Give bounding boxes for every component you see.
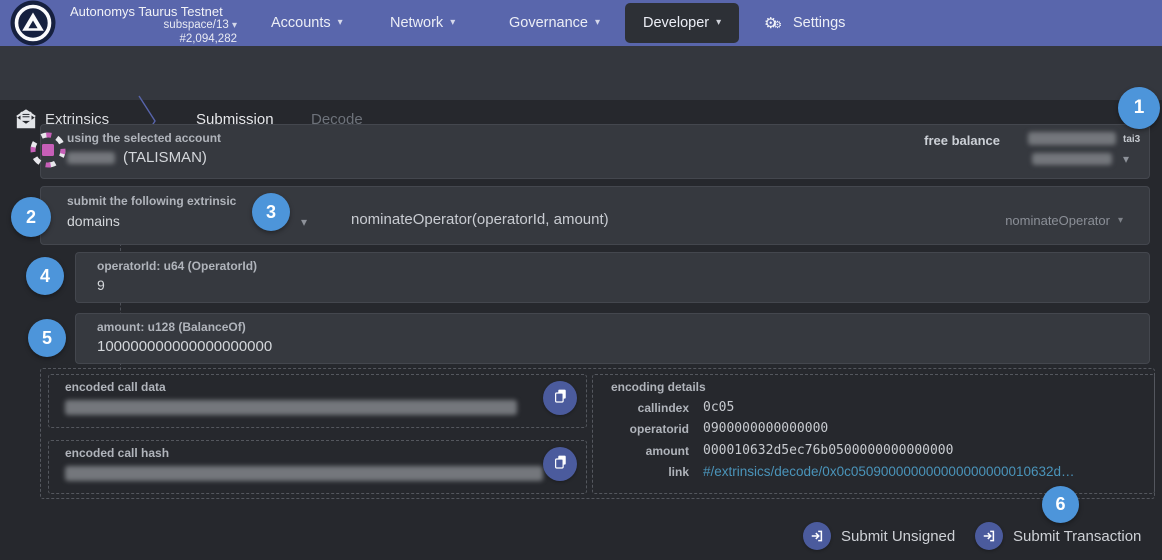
chevron-down-icon: ▾ [450,18,455,28]
sign-in-icon [803,522,831,550]
param-operatorid-label: operatorId: u64 (OperatorId) [97,259,257,273]
annotation-badge-1: 1 [1118,87,1160,129]
method-dropdown-chevron-icon: ▾ [1118,216,1123,226]
nav-governance[interactable]: Governance ▾ [509,0,600,46]
method-select[interactable]: nominateOperator(operatorId, amount) [351,211,609,228]
free-balance-label: free balance [924,133,1000,148]
submit-unsigned-button[interactable]: Submit Unsigned [803,522,955,550]
param-amount-field[interactable]: amount: u128 (BalanceOf) 100000000000000… [75,313,1150,364]
encoding-details-box: encoding details callindex 0c05 operator… [592,374,1155,494]
top-nav-bar: Autonomys Taurus Testnet subspace/13 ▾ #… [0,0,1162,46]
annotation-badge-5: 5 [28,319,66,357]
extrinsic-select-label: submit the following extrinsic [67,194,236,208]
account-wallet-suffix: (TALISMAN) [123,149,207,166]
account-identicon[interactable] [28,130,68,170]
encoded-call-data-box: encoded call data [48,374,587,428]
encoding-key-link: link [601,465,689,479]
nav-settings[interactable]: ⚙⚙ Settings [764,0,845,46]
chain-info: Autonomys Taurus Testnet subspace/13 ▾ #… [70,4,237,46]
account-select[interactable]: using the selected account (TALISMAN) fr… [40,124,1150,179]
account-name-redacted [67,152,115,164]
chain-name: Autonomys Taurus Testnet [70,4,237,19]
annotation-badge-3: 3 [252,193,290,231]
encoded-call-data-label: encoded call data [65,380,166,394]
decode-link[interactable]: #/extrinsics/decode/0x0c0509000000000000… [703,464,1075,479]
submit-transaction-button[interactable]: Submit Transaction [975,522,1141,550]
sign-in-icon [975,522,1003,550]
encoding-key-operatorid: operatorid [601,422,689,436]
free-balance-value-redacted [1028,132,1116,145]
encoded-call-hash-box: encoded call hash [48,440,587,494]
nav-accounts[interactable]: Accounts ▾ [271,0,343,46]
pallet-dropdown-chevron-icon[interactable]: ▾ [301,216,307,228]
block-number: #2,094,282 [70,33,237,47]
encoded-call-data-redacted [65,400,517,415]
runtime-selector[interactable]: subspace/13 ▾ [70,19,237,33]
copy-call-hash-button[interactable] [543,447,577,481]
copy-call-data-button[interactable] [543,381,577,415]
extrinsic-select-row: submit the following extrinsic domains ▾… [40,186,1150,245]
param-operatorid-field[interactable]: operatorId: u64 (OperatorId) 9 [75,252,1150,303]
pallet-select[interactable]: domains [67,213,120,229]
encoding-details-label: encoding details [611,380,706,394]
annotation-badge-4: 4 [26,257,64,295]
chevron-down-icon: ▾ [595,18,600,28]
param-amount-input[interactable]: 100000000000000000000 [97,338,272,355]
encoding-value-amount: 000010632d5ec76b0500000000000000 [703,443,953,458]
annotation-badge-2: 2 [11,197,51,237]
account-dropdown-chevron-icon[interactable]: ▾ [1123,153,1129,165]
encoding-value-operatorid: 0900000000000000 [703,421,828,436]
param-operatorid-input[interactable]: 9 [97,277,105,293]
method-selected-value[interactable]: nominateOperator ▾ [1005,213,1123,228]
encoded-call-hash-label: encoded call hash [65,446,169,460]
annotation-badge-6: 6 [1042,486,1079,523]
chevron-down-icon: ▾ [716,18,721,28]
nav-network[interactable]: Network ▾ [390,0,455,46]
copy-icon [553,388,568,409]
chevron-down-icon: ▾ [338,18,343,28]
tab-bar: Extrinsics Submission Decode [0,46,1162,100]
encoding-value-callindex: 0c05 [703,400,734,415]
gears-icon: ⚙⚙ [764,14,786,32]
encoded-call-hash-redacted [65,466,543,481]
copy-icon [553,454,568,475]
balance-secondary-redacted [1032,153,1112,165]
balance-unit: tai3 [1123,134,1140,145]
account-select-label: using the selected account [67,131,221,145]
autonomys-logo-icon[interactable] [10,0,56,46]
nav-developer[interactable]: Developer ▾ [625,3,739,43]
encoding-key-amount: amount [601,444,689,458]
param-amount-label: amount: u128 (BalanceOf) [97,320,246,334]
account-name-row: (TALISMAN) [67,149,207,166]
chevron-down-icon: ▾ [232,20,237,31]
encoding-key-callindex: callindex [601,401,689,415]
